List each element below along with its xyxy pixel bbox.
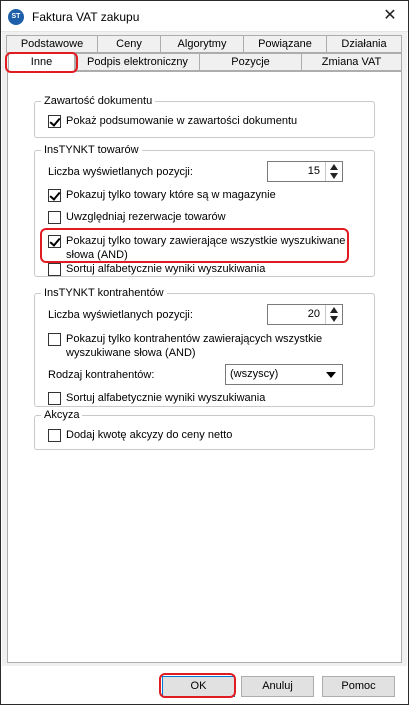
tab-dzialania[interactable]: Działania: [326, 35, 402, 53]
checkbox-box[interactable]: [48, 333, 61, 346]
count-label: Liczba wyświetlanych pozycji:: [48, 166, 193, 178]
tab-highlight-frame: [5, 52, 78, 73]
title-bar: ST Faktura VAT zakupu ✕: [1, 1, 408, 32]
checkbox-label: Pokazuj tylko kontrahentów zawierających…: [66, 333, 323, 359]
checkbox-label: Pokazuj tylko towary które są w magazyni…: [66, 189, 276, 201]
arrow-down-icon[interactable]: [330, 316, 338, 322]
checkbox-box[interactable]: [48, 211, 61, 224]
arrow-down-icon[interactable]: [330, 173, 338, 179]
kind-label: Rodzaj kontrahentów:: [48, 369, 155, 381]
option-highlight-frame: [40, 228, 349, 263]
ok-highlight-frame: [159, 673, 236, 698]
checkbox-label: Sortuj alfabetycznie wyniki wyszukiwania: [66, 392, 266, 404]
cancel-button[interactable]: Anuluj: [241, 676, 314, 697]
tab-podpis-elektroniczny[interactable]: Podpis elektroniczny: [75, 53, 200, 71]
tab-powiazane[interactable]: Powiązane: [243, 35, 327, 53]
checkbox-box[interactable]: [48, 429, 61, 442]
checkbox-label: Uwzględniaj rezerwacje towarów: [66, 211, 226, 223]
stepper-value: 15: [307, 165, 320, 177]
count-label: Liczba wyświetlanych pozycji:: [48, 309, 193, 321]
tab-podstawowe[interactable]: Podstawowe: [6, 35, 98, 53]
tab-algorytmy[interactable]: Algorytmy: [160, 35, 244, 53]
checkbox-label: Sortuj alfabetycznie wyniki wyszukiwania: [66, 263, 266, 275]
chevron-down-icon[interactable]: [326, 372, 336, 378]
window-title: Faktura VAT zakupu: [32, 10, 140, 24]
close-icon[interactable]: ✕: [380, 6, 400, 26]
arrow-up-icon[interactable]: [330, 164, 338, 170]
towary-count-stepper[interactable]: 15: [267, 161, 343, 182]
group-zawartosc: Zawartość dokumentu Pokaż podsumowanie w…: [34, 94, 375, 138]
checkbox-box[interactable]: [48, 115, 61, 128]
checkbox-box[interactable]: [48, 392, 61, 405]
kontrahenci-kind-select[interactable]: (wszyscy): [225, 364, 343, 385]
kontrahenci-count-stepper[interactable]: 20: [267, 304, 343, 325]
group-title: Zawartość dokumentu: [41, 94, 156, 108]
group-title: Akcyza: [41, 408, 83, 422]
stepper-arrows[interactable]: [325, 162, 342, 181]
tab-zmiana-vat[interactable]: Zmiana VAT: [301, 53, 402, 71]
group-instynkt-kontrahentow: InsTYNKT kontrahentów Liczba wyświetlany…: [34, 286, 375, 407]
checkbox-label: Pokaż podsumowanie w zawartości dokument…: [66, 115, 298, 127]
tab-panel-inne: Zawartość dokumentu Pokaż podsumowanie w…: [7, 71, 402, 663]
arrow-up-icon[interactable]: [330, 307, 338, 313]
checkbox-box[interactable]: [48, 189, 61, 202]
group-title: InsTYNKT towarów: [41, 143, 142, 157]
checkbox-box[interactable]: [48, 263, 61, 276]
group-akcyza: Akcyza Dodaj kwotę akcyzy do ceny netto: [34, 408, 375, 450]
help-button[interactable]: Pomoc: [322, 676, 395, 697]
group-title: InsTYNKT kontrahentów: [41, 286, 167, 300]
dialog-window: ST Faktura VAT zakupu ✕ Podstawowe Ceny …: [0, 0, 409, 705]
checkbox-label: Dodaj kwotę akcyzy do ceny netto: [66, 429, 233, 441]
stepper-arrows[interactable]: [325, 305, 342, 324]
select-value: (wszyscy): [230, 368, 279, 380]
tab-pozycje[interactable]: Pozycje: [199, 53, 302, 71]
tab-ceny[interactable]: Ceny: [97, 35, 161, 53]
st-logo-icon: ST: [8, 9, 24, 25]
stepper-value: 20: [307, 308, 320, 320]
